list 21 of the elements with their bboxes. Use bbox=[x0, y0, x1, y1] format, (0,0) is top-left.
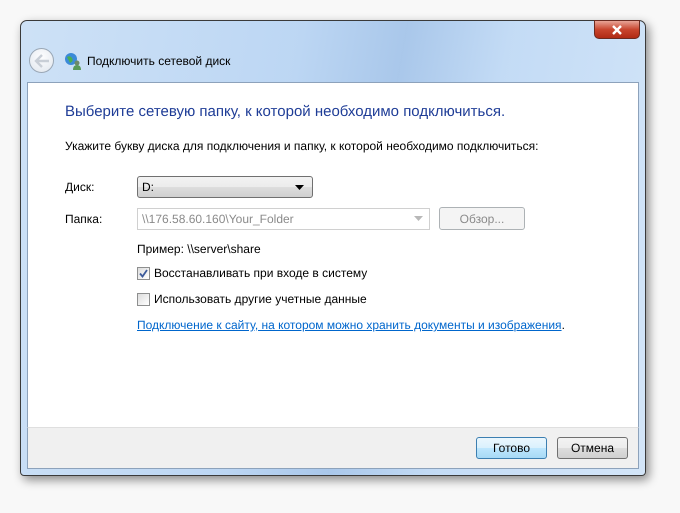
drive-dropdown[interactable]: D: bbox=[137, 176, 313, 198]
link-sentence: Подключение к сайту, на котором можно хранить документы и изображения. bbox=[137, 318, 566, 332]
close-button[interactable] bbox=[594, 20, 640, 39]
dropdown-arrow-icon bbox=[414, 216, 423, 221]
instruction-text: Укажите букву диска для подключения и папку, к которой необходимо подключиться: bbox=[65, 139, 540, 153]
checkbox-label: Использовать другие учетные данные bbox=[154, 292, 367, 306]
dropdown-arrow-icon bbox=[295, 184, 304, 190]
example-text: Пример: \\server\share bbox=[137, 242, 262, 256]
checkbox-label: Восстанавливать при входе в систему bbox=[154, 266, 368, 280]
window-title: Подключить сетевой диск bbox=[87, 54, 230, 68]
checkbox[interactable] bbox=[137, 292, 150, 306]
close-icon bbox=[611, 24, 623, 34]
folder-label: Папка: bbox=[65, 212, 104, 226]
drive-label: Диск: bbox=[65, 180, 96, 194]
back-arrow-icon bbox=[34, 54, 50, 68]
finish-button[interactable]: Готово bbox=[476, 437, 547, 459]
website-link[interactable]: Подключение к сайту, на котором можно хранить документы и изображения bbox=[137, 318, 562, 332]
network-globe-icon bbox=[64, 52, 82, 70]
cancel-button[interactable]: Отмена bbox=[557, 437, 628, 459]
checkbox[interactable] bbox=[137, 266, 150, 280]
dialog-heading: Выберите сетевую папку, к которой необходимо подключиться. bbox=[65, 103, 506, 120]
